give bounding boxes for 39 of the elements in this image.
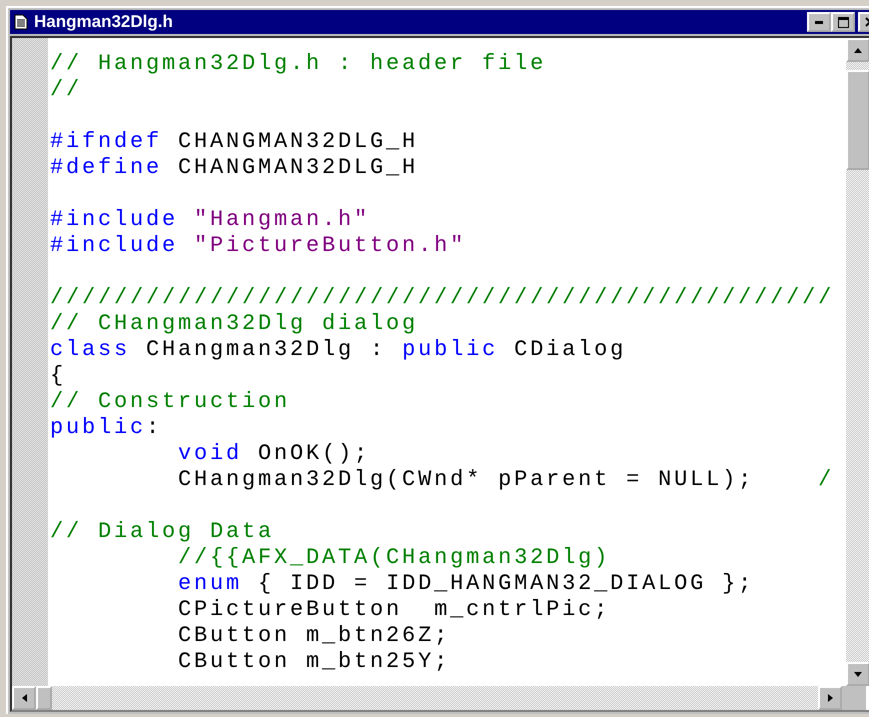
left-arrow-icon [22,694,26,702]
scroll-left-button[interactable] [12,686,36,710]
size-grip[interactable] [842,686,866,710]
code-line: CHangman32Dlg(CWnd* pParent = NULL); / [177,467,836,493]
code-line: CButton m_btn26Z; [177,623,452,649]
code-line: #include "PictureButton.h" [50,233,468,259]
minimize-button[interactable] [807,12,831,32]
scroll-right-button[interactable] [818,686,842,710]
code-line: #include "Hangman.h" [50,207,372,233]
code-line: enum { IDD = IDD_HANGMAN32_DIALOG }; [177,571,756,597]
document-icon [14,14,28,30]
vertical-scrollbar[interactable] [846,38,869,686]
code-line: // Hangman32Dlg.h : header file [50,51,548,77]
code-line: public: [50,415,164,441]
code-line: // CHangman32Dlg dialog [50,311,420,337]
code-line: CButton m_btn25Y; [177,649,452,675]
code-line: { [50,363,68,389]
down-arrow-icon [854,672,862,676]
scroll-thumb[interactable] [846,70,869,170]
window-title: Hangman32Dlg.h [34,12,173,32]
code-line: // [50,77,84,103]
maximize-icon [838,16,848,28]
code-line: CPictureButton m_cntrlPic; [177,597,612,623]
right-arrow-icon [828,694,832,702]
scroll-up-button[interactable] [846,38,869,62]
maximize-button[interactable] [831,12,855,32]
minimize-icon [815,20,823,24]
up-arrow-icon [854,48,862,52]
code-line: void OnOK(); [177,441,372,467]
code-line: #ifndef CHANGMAN32DLG_H [50,129,420,155]
code-line: class CHangman32Dlg : public CDialog [50,337,628,363]
scroll-thumb[interactable] [36,686,52,710]
code-line: // Construction [50,389,292,415]
code-line: #define CHANGMAN32DLG_H [50,155,420,181]
scroll-down-button[interactable] [846,662,869,686]
code-line: ///////////////////////////////////////////////// [50,285,836,311]
code-line: // Dialog Data [50,519,276,545]
code-line: //{{AFX_DATA(CHangman32Dlg) [177,545,612,571]
horizontal-scrollbar[interactable] [12,686,842,710]
